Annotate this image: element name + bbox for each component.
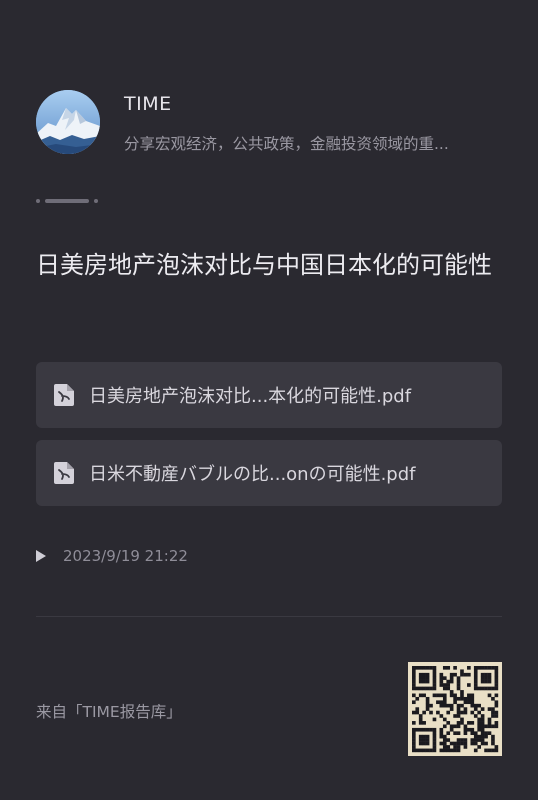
- pdf-file-icon: [54, 462, 74, 484]
- play-icon[interactable]: [36, 550, 46, 562]
- file-name: 日米不動産バブルの比...onの可能性.pdf: [89, 464, 416, 485]
- file-name: 日美房地产泡沫对比...本化的可能性.pdf: [89, 386, 412, 407]
- divider-dot: [94, 199, 98, 203]
- section-divider: [36, 198, 98, 204]
- channel-avatar[interactable]: [36, 90, 100, 154]
- post-timestamp: 2023/9/19 21:22: [63, 547, 188, 565]
- file-attachment[interactable]: 日美房地产泡沫对比...本化的可能性.pdf: [36, 362, 502, 428]
- divider-bar: [45, 199, 89, 203]
- qr-code: [408, 662, 502, 756]
- divider-dot: [36, 199, 40, 203]
- source-label: 来自「TIME报告库」: [36, 703, 182, 721]
- pdf-file-icon: [54, 384, 74, 406]
- post-title: 日美房地产泡沫对比与中国日本化的可能性: [36, 251, 492, 279]
- file-attachment[interactable]: 日米不動産バブルの比...onの可能性.pdf: [36, 440, 502, 506]
- post-page: TIME 分享宏观经济，公共政策，金融投资领域的重... 日美房地产泡沫对比与中…: [0, 0, 538, 800]
- channel-name[interactable]: TIME: [124, 93, 172, 115]
- channel-description: 分享宏观经济，公共政策，金融投资领域的重...: [124, 135, 449, 153]
- footer-divider: [36, 616, 502, 617]
- post-meta: 2023/9/19 21:22: [36, 545, 188, 567]
- mountain-icon: [36, 90, 100, 154]
- qr-code-icon: [412, 666, 499, 753]
